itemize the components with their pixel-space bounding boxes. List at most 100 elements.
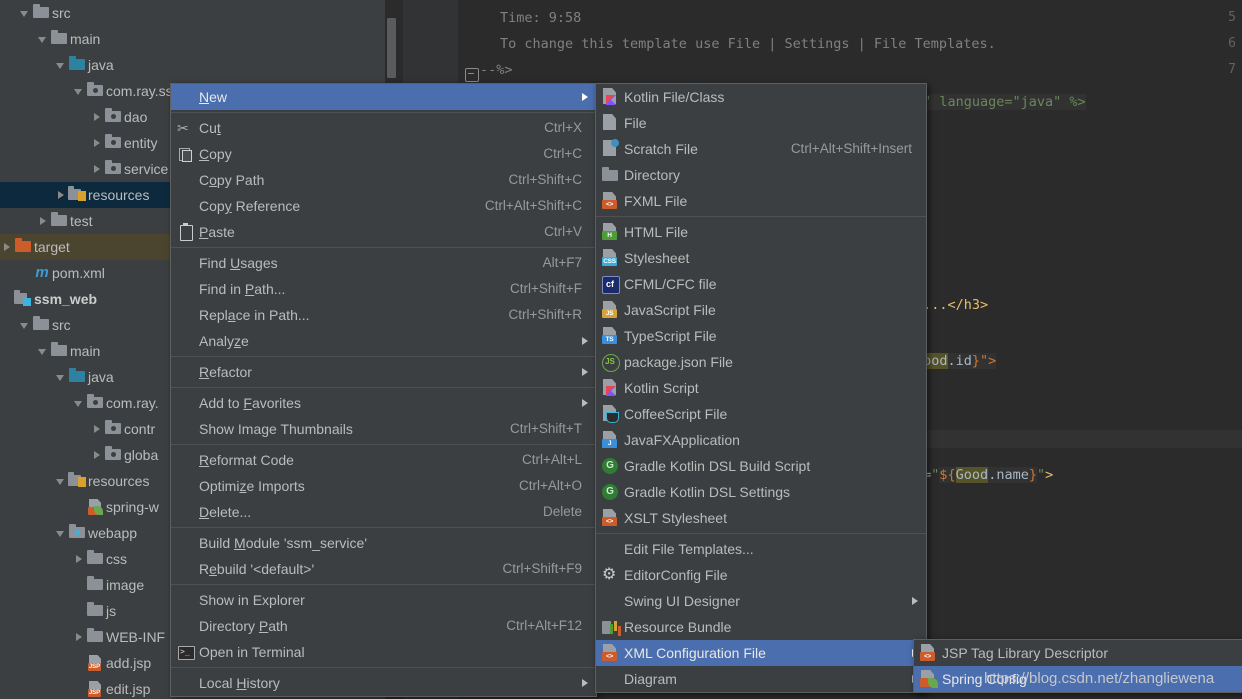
new-item-kotlin-script[interactable]: Kotlin Script (596, 375, 926, 401)
menu-item-label: Analyze (199, 333, 249, 349)
menu-item-label: Gradle Kotlin DSL Settings (624, 484, 791, 500)
chevron-right-icon[interactable] (90, 130, 104, 156)
chevron-down-icon[interactable] (72, 78, 86, 104)
menu-item-label: Copy Reference (199, 198, 301, 214)
code-fold-icon[interactable] (465, 68, 479, 82)
menu-item-find-usages[interactable]: Find Usages Alt+F7 (171, 250, 596, 276)
menu-item-paste[interactable]: Paste Ctrl+V (171, 219, 596, 245)
folder-icon (32, 0, 52, 26)
menu-item-refactor[interactable]: Refactor (171, 359, 596, 385)
menu-item-replace-in-path[interactable]: Replace in Path... Ctrl+Shift+R (171, 302, 596, 328)
new-item-swing-ui-designer[interactable]: Swing UI Designer (596, 588, 926, 614)
menu-item-rebuild-default[interactable]: Rebuild '<default>' Ctrl+Shift+F9 (171, 556, 596, 582)
menu-icon-placeholder (171, 328, 199, 354)
new-item-html-file[interactable]: H HTML File (596, 219, 926, 245)
menu-item-copy[interactable]: Copy Ctrl+C (171, 141, 596, 167)
menu-icon-placeholder (596, 536, 624, 562)
coffeescript-icon (596, 401, 624, 427)
chevron-right-icon[interactable] (90, 416, 104, 442)
new-item-fxml-file[interactable]: <> FXML File (596, 188, 926, 214)
new-item-file[interactable]: File (596, 110, 926, 136)
new-submenu[interactable]: Kotlin File/Class File Scratch File Ctrl+Al… (595, 83, 927, 693)
menu-item-new[interactable]: New (171, 84, 596, 110)
new-item-package-json-file[interactable]: package.json File (596, 349, 926, 375)
new-item-edit-file-templates[interactable]: Edit File Templates... (596, 536, 926, 562)
editor-scrollbar[interactable] (387, 18, 396, 78)
chevron-down-icon[interactable] (36, 338, 50, 364)
tree-row[interactable]: src (0, 0, 385, 26)
new-item-directory[interactable]: Directory (596, 162, 926, 188)
file-icon (596, 110, 624, 136)
menu-item-show-image-thumbnails[interactable]: Show Image Thumbnails Ctrl+Shift+T (171, 416, 596, 442)
package-icon (104, 156, 124, 182)
new-item-coffeescript-file[interactable]: CoffeeScript File (596, 401, 926, 427)
menu-item-local-history[interactable]: Local History (171, 670, 596, 696)
menu-item-add-to-favorites[interactable]: Add to Favorites (171, 390, 596, 416)
chevron-right-icon[interactable] (36, 208, 50, 234)
new-item-kotlin-file-class[interactable]: Kotlin File/Class (596, 84, 926, 110)
menu-icon-placeholder (171, 276, 199, 302)
menu-item-find-in-path[interactable]: Find in Path... Ctrl+Shift+F (171, 276, 596, 302)
chevron-down-icon[interactable] (72, 390, 86, 416)
xml-item-spring-config[interactable]: Spring Config (914, 666, 1242, 692)
chevron-right-icon[interactable] (72, 624, 86, 650)
tree-row[interactable]: main (0, 26, 385, 52)
menu-item-reformat-code[interactable]: Reformat Code Ctrl+Alt+L (171, 447, 596, 473)
chevron-right-icon[interactable] (72, 546, 86, 572)
chevron-down-icon[interactable] (54, 364, 68, 390)
menu-item-label: JavaFXApplication (624, 432, 740, 448)
menu-item-copy-reference[interactable]: Copy Reference Ctrl+Alt+Shift+C (171, 193, 596, 219)
new-item-cfml-cfc-file[interactable]: CFML/CFC file (596, 271, 926, 297)
menu-item-shortcut: Ctrl+Shift+T (509, 421, 582, 436)
new-item-typescript-file[interactable]: TS TypeScript File (596, 323, 926, 349)
xml-item-jsp-tag-library-descriptor[interactable]: <> JSP Tag Library Descriptor (914, 640, 1242, 666)
folder-icon (86, 598, 106, 624)
menu-item-directory-path[interactable]: Directory Path Ctrl+Alt+F12 (171, 613, 596, 639)
new-item-diagram[interactable]: Diagram (596, 666, 926, 692)
menu-item-optimize-imports[interactable]: Optimize Imports Ctrl+Alt+O (171, 473, 596, 499)
new-item-editorconfig-file[interactable]: EditorConfig File (596, 562, 926, 588)
menu-item-show-in-explorer[interactable]: Show in Explorer (171, 587, 596, 613)
menu-item-copy-path[interactable]: Copy Path Ctrl+Shift+C (171, 167, 596, 193)
javascript-file-icon: JS (596, 297, 624, 323)
chevron-right-icon[interactable] (90, 104, 104, 130)
menu-item-delete[interactable]: Delete... Delete (171, 499, 596, 525)
chevron-down-icon[interactable] (54, 468, 68, 494)
new-item-xslt-stylesheet[interactable]: <> XSLT Stylesheet (596, 505, 926, 531)
chevron-right-icon[interactable] (54, 182, 68, 208)
menu-item-open-in-terminal[interactable]: Open in Terminal (171, 639, 596, 665)
new-item-javafxapplication[interactable]: J JavaFXApplication (596, 427, 926, 453)
menu-item-cut[interactable]: Cut Ctrl+X (171, 115, 596, 141)
chevron-down-icon[interactable] (54, 520, 68, 546)
new-item-xml-configuration-file[interactable]: <> XML Configuration File (596, 640, 926, 666)
chevron-down-icon[interactable] (54, 52, 68, 78)
new-item-javascript-file[interactable]: JS JavaScript File (596, 297, 926, 323)
menu-item-label: Local History (199, 675, 280, 691)
tree-row[interactable]: java (0, 52, 385, 78)
chevron-down-icon[interactable] (36, 26, 50, 52)
new-item-gradle-kotlin-dsl-build-script[interactable]: Gradle Kotlin DSL Build Script (596, 453, 926, 479)
menu-item-analyze[interactable]: Analyze (171, 328, 596, 354)
menu-item-label: Kotlin Script (624, 380, 699, 396)
menu-item-build-module-ssm-service[interactable]: Build Module 'ssm_service' (171, 530, 596, 556)
new-item-scratch-file[interactable]: Scratch File Ctrl+Alt+Shift+Insert (596, 136, 926, 162)
chevron-down-icon[interactable] (18, 0, 32, 26)
chevron-right-icon[interactable] (90, 442, 104, 468)
folder-icon (32, 312, 52, 338)
webapp-folder-icon (68, 520, 88, 546)
new-item-gradle-kotlin-dsl-settings[interactable]: Gradle Kotlin DSL Settings (596, 479, 926, 505)
project-context-menu[interactable]: New Cut Ctrl+X Copy Ctrl+C Copy Path Ctrl+Shif… (170, 83, 597, 697)
new-item-resource-bundle[interactable]: Resource Bundle (596, 614, 926, 640)
new-item-stylesheet[interactable]: CSS Stylesheet (596, 245, 926, 271)
xml-configuration-file-submenu[interactable]: <> JSP Tag Library Descriptor Spring Confi… (913, 639, 1242, 693)
chevron-down-icon[interactable] (18, 312, 32, 338)
chevron-right-icon[interactable] (90, 156, 104, 182)
chevron-right-icon[interactable] (0, 234, 14, 260)
line-number: 5 (1228, 10, 1236, 25)
